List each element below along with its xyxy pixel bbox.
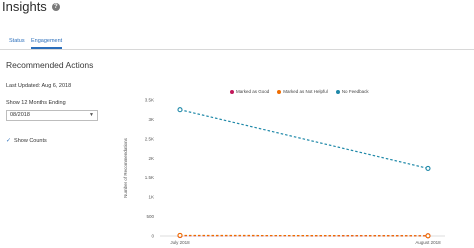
data-point-not-helpful (177, 232, 183, 238)
x-tick-label: August 2018 (415, 240, 441, 245)
y-tick-label: 2.5K (145, 136, 154, 141)
y-tick-label: 1K (148, 195, 154, 200)
x-tick-label: July 2018 (170, 240, 190, 245)
series-line-no-feedback (179, 109, 429, 169)
data-point-not-helpful (425, 233, 431, 239)
y-axis-title: Number of Recommendations (123, 137, 128, 198)
data-point-no-feedback (425, 165, 431, 171)
y-tick-label: 1.5K (145, 175, 154, 180)
y-tick-label: 2K (148, 156, 154, 161)
y-tick-label: 0 (151, 234, 154, 239)
data-point-no-feedback (177, 107, 183, 113)
y-tick-label: 500 (146, 214, 154, 219)
recommendations-chart: 0 500 1K 1.5K 2K 2.5K 3K 3.5K July 2018 August 20… (123, 98, 445, 245)
y-tick-label: 3K (148, 117, 154, 122)
y-tick-label: 3.5K (145, 98, 154, 103)
